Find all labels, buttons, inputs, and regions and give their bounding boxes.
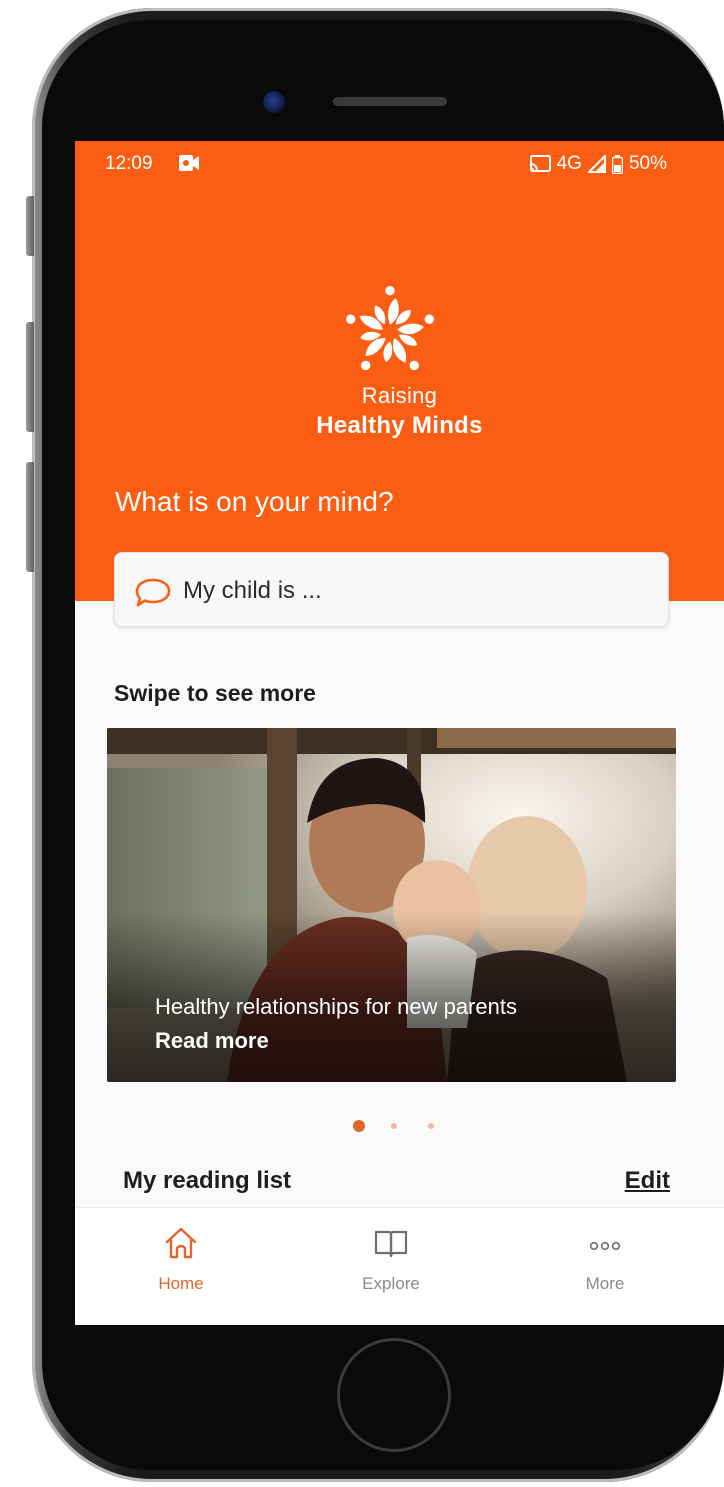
nav-more-label: More (585, 1274, 625, 1293)
raising-healthy-minds-logo (345, 285, 435, 371)
prompt-question: What is on your mind? (115, 486, 394, 517)
more-dots-icon (589, 1241, 621, 1251)
carousel-heading: Swipe to see more (114, 680, 316, 706)
brand-name-line1: Raising (361, 383, 438, 408)
nav-home[interactable]: Home (121, 1226, 241, 1294)
book-icon (374, 1230, 408, 1258)
home-icon (165, 1227, 197, 1259)
home-hardware-button[interactable] (337, 1338, 451, 1452)
battery-level: 50% (628, 153, 667, 174)
cast-icon (529, 155, 551, 172)
edit-reading-list-button[interactable]: Edit (625, 1167, 670, 1195)
reading-list-heading: My reading list (123, 1167, 292, 1194)
page-dot[interactable] (428, 1123, 434, 1129)
brand-name-line2: Healthy Minds (316, 412, 483, 439)
network-type: 4G (556, 153, 582, 174)
nav-explore-label: Explore (362, 1274, 420, 1293)
nav-home-label: Home (158, 1274, 204, 1293)
app-screen: 12:09 4G 50% Raising Healthy Minds What … (75, 141, 724, 1325)
earpiece-speaker (333, 97, 447, 106)
concern-input[interactable]: My child is ... (114, 552, 669, 627)
volume-down-button (26, 462, 34, 572)
battery-icon (611, 154, 623, 174)
status-indicators: 4G 50% (529, 153, 667, 175)
volume-up-button (26, 322, 34, 432)
speech-bubble-icon (135, 578, 171, 607)
carousel-card[interactable]: Healthy relationships for new parents Re… (107, 728, 676, 1082)
status-bar: 12:09 4G 50% (75, 141, 724, 187)
page-dot-active[interactable] (353, 1120, 365, 1132)
bottom-navigation: Home Explore More (75, 1207, 724, 1325)
status-time: 12:09 (105, 153, 153, 174)
front-camera (263, 91, 285, 113)
page-dot[interactable] (391, 1123, 397, 1129)
nav-explore[interactable]: Explore (331, 1226, 451, 1294)
mute-switch (26, 196, 34, 256)
read-more-link[interactable]: Read more (155, 1028, 269, 1054)
carousel-page-indicator (345, 1119, 445, 1133)
signal-icon (587, 155, 606, 173)
nav-more[interactable]: More (545, 1226, 665, 1294)
screen-record-icon (179, 155, 199, 171)
concern-input-value: My child is ... (183, 577, 322, 604)
card-title: Healthy relationships for new parents (155, 994, 517, 1019)
